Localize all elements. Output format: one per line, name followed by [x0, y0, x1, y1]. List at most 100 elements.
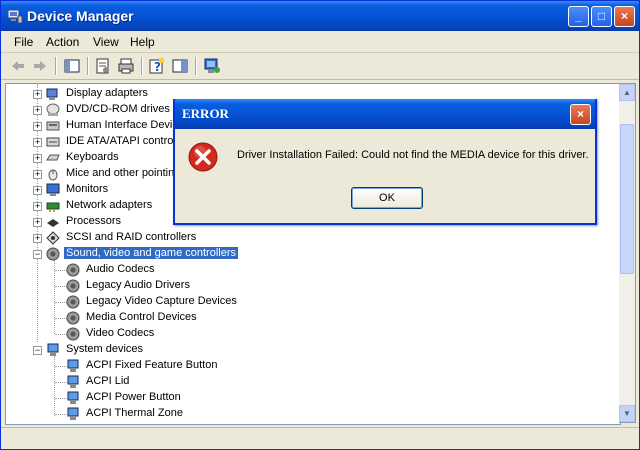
- system-icon: [67, 391, 79, 404]
- tree-item-audio-codecs[interactable]: Audio Codecs: [6, 262, 306, 278]
- dialog-message: Driver Installation Failed: Could not fi…: [237, 149, 589, 161]
- toolbar-separator: [87, 57, 89, 75]
- tree-item-label: Monitors: [66, 183, 109, 195]
- cdrom-icon: [46, 103, 60, 116]
- expand-button[interactable]: +: [33, 202, 42, 211]
- properties-icon[interactable]: [94, 57, 112, 75]
- tree-item-legacy-audio[interactable]: Legacy Audio Drivers: [6, 278, 306, 294]
- error-icon: [188, 142, 218, 172]
- menu-view[interactable]: View: [93, 35, 119, 49]
- sound-icon: [66, 311, 80, 325]
- expand-button[interactable]: +: [33, 218, 42, 227]
- scan-hardware-icon[interactable]: [203, 57, 221, 75]
- tree-item-label: Display adapters: [66, 87, 148, 99]
- dialog-title-bar[interactable]: ERROR ×: [175, 99, 595, 129]
- tree-item-acpi-lid[interactable]: ACPI Lid: [6, 374, 306, 390]
- dialog-title: ERROR: [182, 106, 229, 121]
- tree-item-label: Human Interface Devic: [66, 119, 178, 131]
- tree-item-label: DVD/CD-ROM drives: [66, 103, 170, 115]
- expand-button[interactable]: +: [33, 90, 42, 99]
- tree-item-legacy-video[interactable]: Legacy Video Capture Devices: [6, 294, 306, 310]
- tree-item-video-codecs[interactable]: Video Codecs: [6, 326, 306, 342]
- scsi-icon: [46, 231, 60, 245]
- tree-item-label: IDE ATA/ATAPI contro: [66, 135, 174, 147]
- system-icon: [47, 343, 59, 356]
- maximize-button[interactable]: □: [591, 6, 612, 27]
- scroll-down-button[interactable]: ▼: [619, 405, 635, 422]
- tree-item-acpi-power[interactable]: ACPI Power Button: [6, 390, 306, 406]
- toolbar-separator: [55, 57, 57, 75]
- dialog-close-button[interactable]: ×: [570, 104, 591, 125]
- system-icon: [67, 375, 79, 388]
- tree-item-scsi[interactable]: + SCSI and RAID controllers: [6, 230, 306, 246]
- tree-item-system-devices[interactable]: − System devices: [6, 342, 306, 358]
- menu-file[interactable]: File: [14, 35, 33, 49]
- close-button[interactable]: ×: [614, 6, 635, 27]
- help-icon[interactable]: ?: [148, 57, 166, 75]
- expand-button[interactable]: +: [33, 122, 42, 131]
- expand-button[interactable]: +: [33, 234, 42, 243]
- tree-item-label: ACPI Lid: [86, 375, 130, 387]
- system-icon: [67, 359, 79, 372]
- error-dialog: ERROR × Driver Installation Failed: Coul…: [173, 99, 597, 225]
- vertical-scrollbar[interactable]: ▲ ▼: [619, 83, 636, 423]
- collapse-button[interactable]: −: [33, 346, 42, 355]
- collapse-button[interactable]: −: [33, 250, 42, 259]
- tree-item-acpi-thermal[interactable]: ACPI Thermal Zone: [6, 406, 306, 422]
- back-arrow-icon[interactable]: [9, 57, 27, 75]
- menu-help[interactable]: Help: [130, 35, 155, 49]
- toolbar: ?: [1, 53, 639, 80]
- tree-item-media-control[interactable]: Media Control Devices: [6, 310, 306, 326]
- title-bar[interactable]: Device Manager _ □ ×: [1, 1, 639, 31]
- tree-item-label: Processors: [66, 215, 122, 227]
- sound-icon: [66, 295, 80, 309]
- tree-item-sound-video[interactable]: − Sound, video and game controllers: [6, 246, 306, 262]
- ide-icon: [46, 137, 60, 147]
- hid-icon: [46, 121, 60, 131]
- tree-item-label: Legacy Video Capture Devices: [86, 295, 237, 307]
- sound-icon: [46, 247, 60, 261]
- tree-item-label: Audio Codecs: [86, 263, 155, 275]
- menu-action[interactable]: Action: [46, 35, 79, 49]
- sound-icon: [66, 327, 80, 341]
- tree-item-label: Legacy Audio Drivers: [86, 279, 190, 291]
- show-hide-tree-icon[interactable]: [63, 57, 81, 75]
- tree-item-label: Keyboards: [66, 151, 119, 163]
- tree-item-label: Network adapters: [66, 199, 153, 211]
- device-manager-window: Device Manager _ □ × File Action View He…: [0, 0, 640, 450]
- tree-item-label: Video Codecs: [86, 327, 155, 339]
- tree-item-label: ACPI Fixed Feature Button: [86, 359, 218, 371]
- tree-item-label: ACPI Power Button: [86, 391, 181, 403]
- tree-item-label: System devices: [66, 343, 144, 355]
- tree-item-label: Mice and other pointin: [66, 167, 175, 179]
- tree-item-label: SCSI and RAID controllers: [66, 231, 197, 243]
- menu-bar: File Action View Help: [1, 31, 639, 53]
- sound-icon: [66, 279, 80, 293]
- print-icon[interactable]: [117, 57, 135, 75]
- expand-button[interactable]: +: [33, 138, 42, 147]
- device-manager-icon: [7, 9, 23, 24]
- expand-button[interactable]: +: [33, 154, 42, 163]
- keyboard-icon: [46, 154, 60, 161]
- tree-item-label: ACPI Thermal Zone: [86, 407, 184, 419]
- monitor-icon: [46, 183, 60, 196]
- scroll-up-button[interactable]: ▲: [619, 84, 635, 101]
- processor-icon: [47, 219, 59, 227]
- expand-button[interactable]: +: [33, 170, 42, 179]
- minimize-button[interactable]: _: [568, 6, 589, 27]
- sound-icon: [66, 263, 80, 277]
- tree-item-label: Media Control Devices: [86, 311, 197, 323]
- network-icon: [46, 202, 60, 212]
- view-toggle-icon[interactable]: [171, 57, 189, 75]
- expand-button[interactable]: +: [33, 186, 42, 195]
- expand-button[interactable]: +: [33, 106, 42, 115]
- system-icon: [67, 407, 79, 420]
- display-adapter-icon: [46, 88, 58, 100]
- window-title: Device Manager: [27, 8, 134, 24]
- tree-item-acpi-fixed[interactable]: ACPI Fixed Feature Button: [6, 358, 306, 374]
- forward-arrow-icon[interactable]: [31, 57, 49, 75]
- ok-button[interactable]: OK: [351, 187, 423, 209]
- scroll-thumb[interactable]: [620, 124, 634, 274]
- tree-item-label: Sound, video and game controllers: [64, 247, 238, 259]
- mouse-icon: [48, 169, 58, 181]
